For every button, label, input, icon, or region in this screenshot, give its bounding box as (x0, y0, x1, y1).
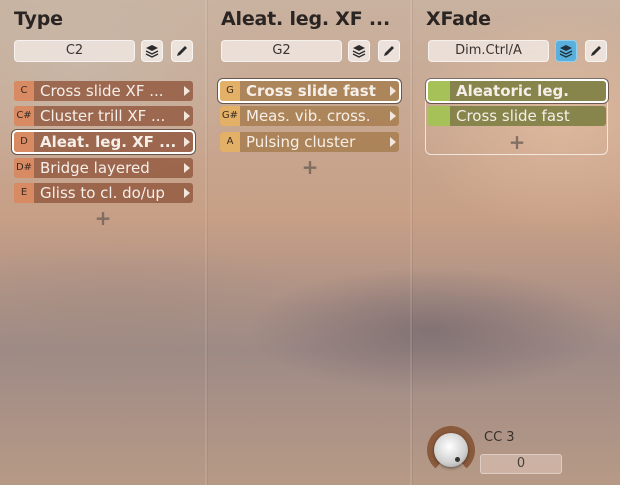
item-label: Meas. vib. cross. (246, 107, 371, 125)
item-label: Cross slide fast (456, 107, 570, 125)
edit-button[interactable] (378, 40, 400, 62)
plus-icon[interactable]: + (507, 130, 527, 154)
xfade-column: XFade Dim.Ctrl/A Aleatoric leg. Cross sl… (412, 0, 620, 485)
item-label: Aleat. leg. XF ... (40, 133, 177, 151)
knob-indicator (455, 457, 460, 462)
list-item[interactable]: D# Bridge layered (14, 158, 193, 178)
chevron-right-icon[interactable] (184, 137, 190, 147)
pencil-icon (384, 46, 394, 56)
color-swatch (428, 106, 450, 126)
layers-button[interactable] (141, 40, 163, 62)
key-selector: G2 (221, 40, 401, 62)
key-badge: G# (220, 106, 240, 126)
item-label: Cross slide XF ... (40, 82, 164, 100)
layers-icon (559, 45, 573, 58)
layers-icon (352, 45, 366, 58)
list-item[interactable]: G# Meas. vib. cross. (220, 106, 399, 126)
item-label: Aleatoric leg. (456, 82, 569, 100)
articulation-column: Aleat. leg. XF ... G2 G Cross slide fast… (207, 0, 410, 485)
chevron-right-icon[interactable] (390, 111, 396, 121)
edit-button[interactable] (585, 40, 607, 62)
color-swatch (428, 81, 450, 101)
item-label: Cross slide fast (246, 82, 376, 100)
pencil-icon (177, 46, 187, 56)
pencil-icon (591, 46, 601, 56)
key-field[interactable]: C2 (14, 40, 135, 62)
key-badge: E (14, 183, 34, 203)
chevron-right-icon[interactable] (184, 111, 190, 121)
key-badge: C# (14, 106, 34, 126)
xfade-item-selected[interactable]: Aleatoric leg. (426, 79, 608, 103)
chevron-right-icon[interactable] (184, 86, 190, 96)
edit-button[interactable] (171, 40, 193, 62)
list-item[interactable]: C Cross slide XF ... (14, 81, 193, 101)
column-title: Aleat. leg. XF ... (221, 8, 390, 30)
item-label: Bridge layered (40, 159, 150, 177)
key-field[interactable]: G2 (221, 40, 342, 62)
list-item-selected[interactable]: D Aleat. leg. XF ... (12, 130, 195, 154)
controller-selector: Dim.Ctrl/A (428, 40, 608, 62)
list-item[interactable]: C# Cluster trill XF ... (14, 106, 193, 126)
chevron-right-icon[interactable] (390, 86, 396, 96)
list-item[interactable]: A Pulsing cluster (220, 132, 399, 152)
chevron-right-icon[interactable] (184, 188, 190, 198)
type-column: Type C2 C Cross slide XF ... C# Cluster … (0, 0, 205, 485)
chevron-right-icon[interactable] (184, 163, 190, 173)
key-badge: C (14, 81, 34, 101)
item-label: Cluster trill XF ... (40, 107, 166, 125)
knob-cap (434, 433, 468, 467)
cc-label: CC 3 (484, 430, 515, 445)
key-selector: C2 (14, 40, 194, 62)
cc-value-field[interactable]: 0 (480, 454, 562, 474)
layers-icon (145, 45, 159, 58)
layers-button[interactable] (348, 40, 370, 62)
layers-button-active[interactable] (555, 40, 577, 62)
plus-icon[interactable]: + (300, 155, 320, 179)
list-item-selected[interactable]: G Cross slide fast (218, 79, 401, 103)
key-badge: A (220, 132, 240, 152)
column-title: Type (14, 8, 63, 30)
item-label: Gliss to cl. do/up (40, 184, 165, 202)
key-badge: D (14, 132, 34, 152)
key-badge: G (220, 81, 240, 101)
chevron-right-icon[interactable] (390, 137, 396, 147)
xfade-item[interactable]: Cross slide fast (428, 106, 606, 126)
controller-field[interactable]: Dim.Ctrl/A (428, 40, 549, 62)
column-title: XFade (426, 8, 491, 30)
plus-icon[interactable]: + (93, 206, 113, 230)
item-label: Pulsing cluster (246, 133, 356, 151)
cc-knob[interactable] (427, 426, 475, 474)
key-badge: D# (14, 158, 34, 178)
list-item[interactable]: E Gliss to cl. do/up (14, 183, 193, 203)
